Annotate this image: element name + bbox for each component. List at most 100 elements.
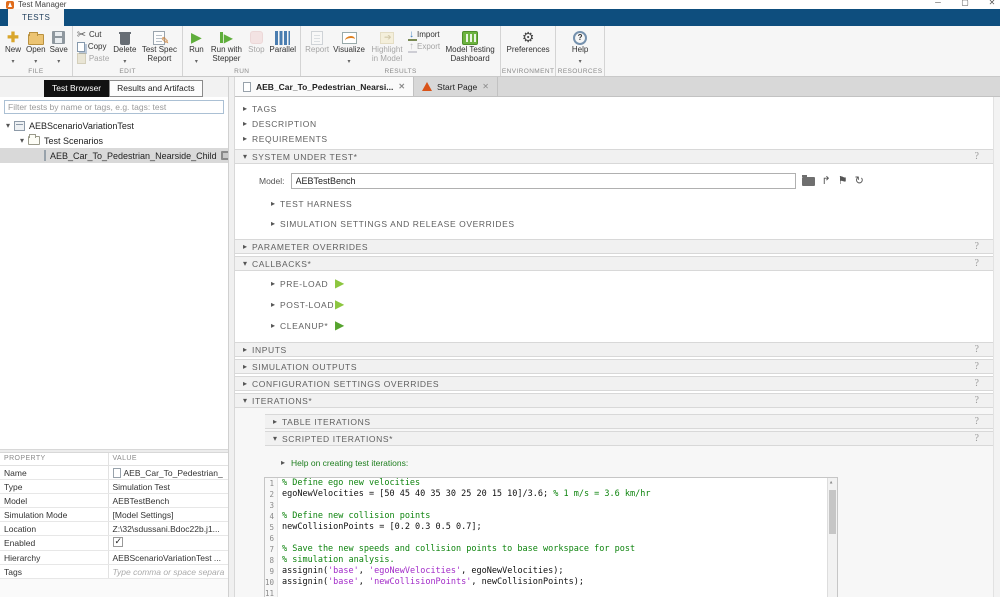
tab-results-and-artifacts[interactable]: Results and Artifacts [109, 80, 202, 97]
import-button[interactable]: Import [409, 29, 440, 40]
expand-arrow-icon[interactable] [243, 361, 247, 372]
expand-arrow-icon[interactable] [271, 299, 275, 310]
expand-arrow-icon[interactable] [243, 395, 247, 406]
expand-arrow-icon[interactable] [273, 433, 277, 444]
section-help-icon[interactable]: ? [975, 258, 979, 269]
new-button[interactable]: New [2, 28, 24, 67]
section-callbacks[interactable]: CALLBACKS* ? [235, 256, 993, 271]
pin-model-icon[interactable]: ⚑ [838, 176, 848, 187]
expand-arrow-icon[interactable] [243, 133, 247, 144]
expand-arrow-icon[interactable] [6, 120, 10, 131]
stop-button[interactable]: Stop [245, 28, 267, 56]
expand-arrow-icon[interactable] [271, 218, 275, 229]
tab-test-browser[interactable]: Test Browser [44, 80, 109, 97]
open-button[interactable]: Open [24, 28, 48, 67]
expand-arrow-icon[interactable] [281, 457, 285, 468]
section-help-icon[interactable]: ? [975, 433, 979, 444]
run-callback-icon[interactable]: ▶ [335, 297, 344, 311]
model-value[interactable]: AEBTestBench [108, 494, 228, 508]
paste-button[interactable]: Paste [77, 53, 109, 64]
section-simulation-settings[interactable]: SIMULATION SETTINGS AND RELEASE OVERRIDE… [271, 217, 1000, 230]
expand-arrow-icon[interactable] [243, 151, 247, 162]
section-pre-load[interactable]: PRE-LOAD ▶ [271, 277, 1000, 290]
minimize-icon[interactable]: ─ [934, 0, 942, 7]
section-parameter-overrides[interactable]: PARAMETER OVERRIDES ? [235, 239, 993, 254]
expand-arrow-icon[interactable] [271, 278, 275, 289]
section-inputs[interactable]: INPUTS ? [235, 342, 993, 357]
section-cleanup[interactable]: CLEANUP* ▶ [271, 319, 1000, 332]
expand-arrow-icon[interactable] [273, 416, 277, 427]
section-configuration-settings-overrides[interactable]: CONFIGURATION SETTINGS OVERRIDES ? [235, 376, 993, 391]
section-help-icon[interactable]: ? [975, 416, 979, 427]
filter-tests-input[interactable] [4, 100, 224, 114]
code-editor-scrollbar[interactable] [827, 478, 837, 597]
property-row-enabled: Enabled [0, 536, 228, 551]
expand-arrow-icon[interactable] [243, 378, 247, 389]
help-on-iterations-link[interactable]: Help on creating test iterations: [291, 458, 408, 468]
tab-tests[interactable]: TESTS [8, 9, 64, 26]
section-help-icon[interactable]: ? [975, 378, 979, 389]
section-help-icon[interactable]: ? [975, 395, 979, 406]
expand-arrow-icon[interactable] [243, 241, 247, 252]
close-tab-icon[interactable]: ✕ [398, 82, 405, 91]
refresh-model-icon[interactable]: ↻ [855, 176, 864, 187]
section-help-icon[interactable]: ? [975, 344, 979, 355]
main-scrollbar[interactable] [993, 97, 1000, 597]
expand-arrow-icon[interactable] [20, 135, 24, 146]
section-description[interactable]: DESCRIPTION [235, 116, 1000, 131]
cut-button[interactable]: Cut [77, 29, 109, 40]
section-test-harness[interactable]: TEST HARNESS [271, 197, 1000, 210]
tree-item-test-suite[interactable]: Test Scenarios [0, 133, 228, 148]
scrollbar-thumb[interactable] [829, 490, 836, 534]
save-button[interactable]: Save [48, 28, 70, 67]
tree-item-test-case[interactable]: AEB_Car_To_Pedestrian_Nearside_Child [0, 148, 228, 163]
use-current-model-icon[interactable]: ↱ [822, 176, 831, 187]
maximize-icon[interactable]: ▢ [961, 0, 969, 7]
delete-button[interactable]: Delete [111, 28, 138, 67]
report-button[interactable]: Report [303, 28, 331, 56]
section-scripted-iterations[interactable]: SCRIPTED ITERATIONS* ? [265, 431, 993, 446]
test-spec-report-button[interactable]: Test Spec Report [138, 28, 180, 64]
expand-arrow-icon[interactable] [243, 103, 247, 114]
simulation-mode-value[interactable]: [Model Settings] [108, 508, 228, 522]
section-system-under-test[interactable]: SYSTEM UNDER TEST* ? [235, 149, 993, 164]
section-table-iterations[interactable]: TABLE ITERATIONS ? [265, 414, 993, 429]
run-callback-icon[interactable]: ▶ [335, 318, 344, 332]
section-help-icon[interactable]: ? [975, 151, 979, 162]
document-tab-test-case[interactable]: AEB_Car_To_Pedestrian_Nearsi... ✕ [235, 77, 414, 96]
expand-arrow-icon[interactable] [271, 198, 275, 209]
help-button[interactable]: Help [558, 28, 602, 67]
visualize-icon [342, 32, 357, 44]
section-tags[interactable]: TAGS [235, 101, 1000, 116]
section-iterations[interactable]: ITERATIONS* ? [235, 393, 993, 408]
expand-arrow-icon[interactable] [243, 118, 247, 129]
section-requirements[interactable]: REQUIREMENTS [235, 131, 1000, 146]
run-button[interactable]: Run [185, 28, 207, 67]
code-line: 1% Define ego new velocities [265, 478, 837, 489]
copy-button[interactable]: Copy [77, 41, 109, 52]
run-callback-icon[interactable]: ▶ [335, 276, 344, 290]
highlight-in-model-button[interactable]: Highlight in Model [367, 28, 407, 64]
section-help-icon[interactable]: ? [975, 361, 979, 372]
model-testing-dashboard-button[interactable]: Model Testing Dashboard [442, 28, 498, 64]
enabled-checkbox[interactable] [113, 537, 123, 547]
close-icon[interactable]: ✕ [988, 0, 996, 7]
model-input[interactable] [291, 173, 796, 189]
section-simulation-outputs[interactable]: SIMULATION OUTPUTS ? [235, 359, 993, 374]
expand-arrow-icon[interactable] [243, 258, 247, 269]
section-post-load[interactable]: POST-LOAD ▶ [271, 298, 1000, 311]
run-with-stepper-button[interactable]: Run with Stepper [207, 28, 245, 64]
export-button[interactable]: Export [409, 41, 440, 52]
close-tab-icon[interactable]: ✕ [482, 82, 489, 91]
section-help-icon[interactable]: ? [975, 241, 979, 252]
tags-input[interactable] [113, 567, 225, 577]
expand-arrow-icon[interactable] [271, 320, 275, 331]
parallel-button[interactable]: Parallel [267, 28, 298, 56]
tree-item-test-file[interactable]: AEBScenarioVariationTest [0, 118, 228, 133]
preferences-button[interactable]: Preferences [503, 28, 553, 56]
expand-arrow-icon[interactable] [243, 344, 247, 355]
visualize-button[interactable]: Visualize [331, 28, 367, 67]
open-model-icon[interactable] [802, 177, 815, 186]
document-tab-start-page[interactable]: Start Page ✕ [414, 77, 498, 96]
scripted-iterations-code-editor[interactable]: 1% Define ego new velocities2egoNewVeloc… [264, 477, 838, 597]
